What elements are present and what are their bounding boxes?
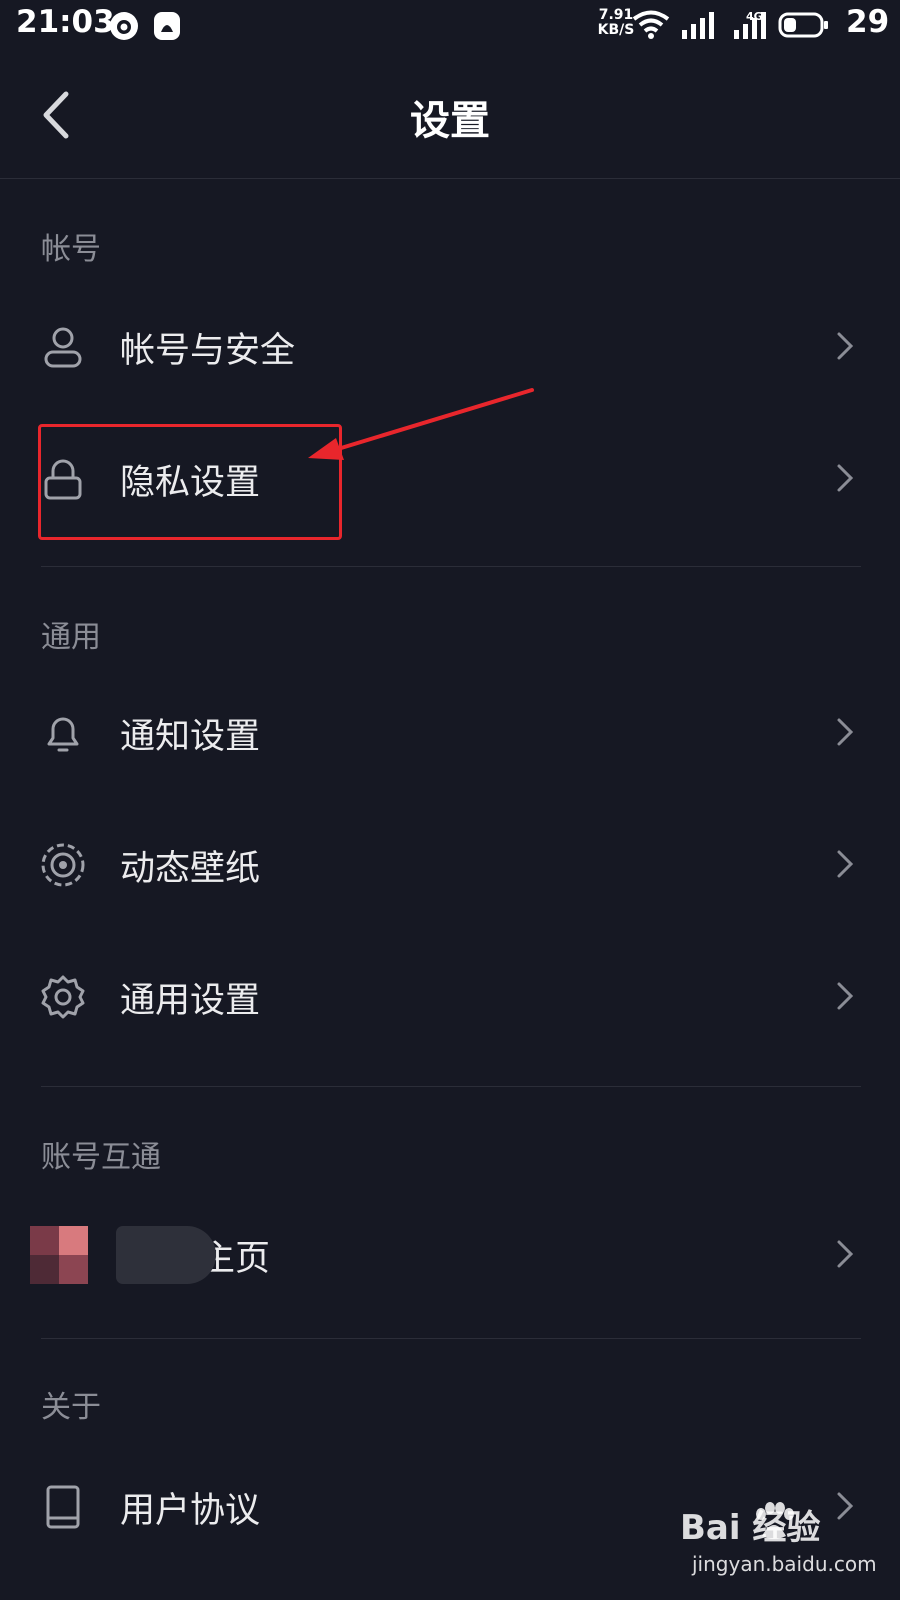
chevron-right-icon — [837, 718, 854, 746]
section-general-title: 通用 — [41, 620, 101, 655]
signal-icon — [682, 12, 714, 39]
general-settings-row[interactable]: 通用设置 — [0, 936, 900, 1056]
divider — [41, 566, 861, 567]
chevron-right-icon — [837, 332, 854, 360]
status-bar: 21:03 7.91 KB/S 4G 29 — [0, 0, 900, 52]
battery-level: 29 — [846, 4, 890, 40]
app-notification-icon — [110, 12, 138, 40]
page-title: 设置 — [410, 98, 490, 144]
annotation-highlight-box — [38, 424, 342, 540]
notification-settings-label: 通知设置 — [120, 717, 261, 757]
book-icon — [46, 1485, 80, 1529]
signal-4g-icon — [734, 12, 766, 39]
live-wallpaper-icon — [41, 843, 85, 887]
section-linked-title: 账号互通 — [41, 1140, 161, 1175]
divider — [41, 1338, 861, 1339]
chevron-right-icon — [837, 464, 854, 492]
battery-icon — [778, 12, 828, 38]
live-wallpaper-label: 动态壁纸 — [120, 849, 261, 889]
gear-icon — [41, 975, 85, 1019]
section-about-title: 关于 — [41, 1390, 101, 1425]
user-icon — [44, 327, 82, 368]
general-settings-label: 通用设置 — [120, 981, 261, 1021]
blurred-avatar — [30, 1226, 88, 1284]
section-account-title: 帐号 — [41, 232, 101, 267]
network-speed: 7.91 KB/S — [597, 7, 635, 38]
watermark-site: jingyan.baidu.com — [692, 1552, 877, 1576]
qq-icon — [154, 12, 180, 40]
baidu-jingyan-watermark: Bai 经验 jingyan.baidu.com — [680, 1500, 880, 1590]
wifi-icon — [632, 10, 670, 39]
blurred-text — [116, 1226, 216, 1284]
chevron-right-icon — [837, 850, 854, 878]
nav-bar: 设置 — [0, 52, 900, 179]
divider — [41, 1086, 861, 1087]
chevron-right-icon — [837, 1240, 854, 1268]
annotation-arrow — [308, 388, 534, 460]
notification-settings-row[interactable]: 通知设置 — [0, 672, 900, 792]
live-wallpaper-row[interactable]: 动态壁纸 — [0, 804, 900, 924]
account-security-label: 帐号与安全 — [120, 331, 296, 371]
paw-icon — [756, 1502, 794, 1539]
status-time: 21:03 — [16, 4, 115, 40]
bell-icon — [47, 717, 79, 752]
watermark-brand: Bai 经验 — [680, 1508, 821, 1548]
user-agreement-label: 用户协议 — [120, 1491, 261, 1531]
chevron-right-icon — [837, 982, 854, 1010]
